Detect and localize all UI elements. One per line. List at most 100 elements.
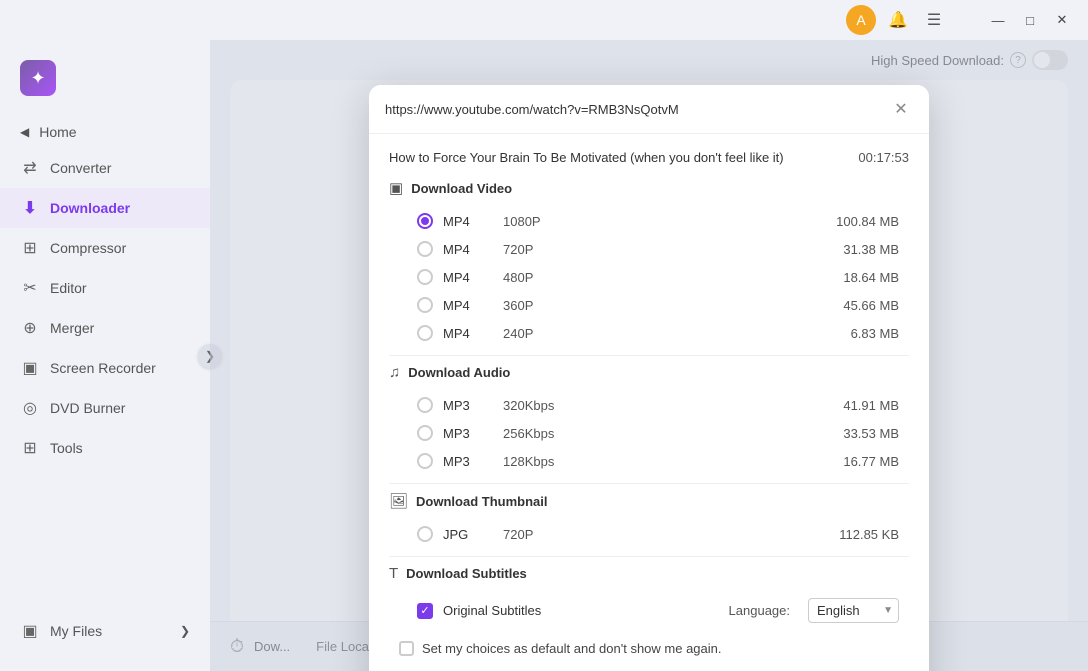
thumbnail-format-quality-0: 720P xyxy=(503,527,809,542)
language-label: Language: xyxy=(729,603,790,618)
downloader-label: Downloader xyxy=(50,200,130,216)
sidebar-item-compressor[interactable]: ⊞ Compressor xyxy=(0,228,210,268)
video-format-name-1: MP4 xyxy=(443,242,493,257)
audio-radio-2[interactable] xyxy=(417,453,433,469)
download-video-label: Download Video xyxy=(411,181,512,196)
audio-format-size-2: 16.77 MB xyxy=(819,454,899,469)
audio-format-row-2[interactable]: MP3 128Kbps 16.77 MB xyxy=(389,447,909,475)
video-format-quality-2: 480P xyxy=(503,270,809,285)
language-select[interactable]: English Spanish French German Chinese Ja… xyxy=(808,598,899,623)
download-audio-label: Download Audio xyxy=(408,365,510,380)
divider-3 xyxy=(389,556,909,557)
modal-url-bar: https://www.youtube.com/watch?v=RMB3NsQo… xyxy=(369,85,929,134)
audio-format-name-1: MP3 xyxy=(443,426,493,441)
video-format-quality-1: 720P xyxy=(503,242,809,257)
set-default-checkbox[interactable] xyxy=(399,641,414,656)
audio-format-quality-2: 128Kbps xyxy=(503,454,809,469)
video-format-row-1[interactable]: MP4 720P 31.38 MB xyxy=(389,235,909,263)
sidebar-item-tools[interactable]: ⊞ Tools xyxy=(0,428,210,468)
converter-icon: ⇄ xyxy=(20,158,40,178)
download-modal: https://www.youtube.com/watch?v=RMB3NsQo… xyxy=(369,85,929,671)
thumbnail-format-size-0: 112.85 KB xyxy=(819,527,899,542)
video-title-row: How to Force Your Brain To Be Motivated … xyxy=(389,150,909,165)
sidebar-item-downloader[interactable]: ⬇ Downloader xyxy=(0,188,210,228)
modal-close-button[interactable]: ✕ xyxy=(889,97,913,121)
audio-format-row-1[interactable]: MP3 256Kbps 33.53 MB xyxy=(389,419,909,447)
my-files-icon: ▣ xyxy=(20,621,40,641)
editor-icon: ✂ xyxy=(20,278,40,298)
download-subtitles-section-header: T Download Subtitles xyxy=(389,565,909,582)
dvd-burner-icon: ◎ xyxy=(20,398,40,418)
close-button[interactable]: ✕ xyxy=(1048,6,1076,34)
sidebar-item-my-files[interactable]: ▣ My Files ❯ xyxy=(20,611,190,651)
audio-format-name-0: MP3 xyxy=(443,398,493,413)
audio-format-quality-0: 320Kbps xyxy=(503,398,809,413)
my-files-chevron-icon: ❯ xyxy=(180,624,190,638)
video-format-size-2: 18.64 MB xyxy=(819,270,899,285)
video-radio-4[interactable] xyxy=(417,325,433,341)
screen-recorder-icon: ▣ xyxy=(20,358,40,378)
screen-recorder-label: Screen Recorder xyxy=(50,360,156,376)
audio-format-quality-1: 256Kbps xyxy=(503,426,809,441)
video-format-row-3[interactable]: MP4 360P 45.66 MB xyxy=(389,291,909,319)
download-audio-section-header: ♫ Download Audio xyxy=(389,364,909,381)
video-format-row-2[interactable]: MP4 480P 18.64 MB xyxy=(389,263,909,291)
language-select-wrapper: English Spanish French German Chinese Ja… xyxy=(808,598,899,623)
video-duration: 00:17:53 xyxy=(858,150,909,165)
video-format-row-0[interactable]: MP4 1080P 100.84 MB xyxy=(389,207,909,235)
divider-2 xyxy=(389,483,909,484)
modal-body: How to Force Your Brain To Be Motivated … xyxy=(369,134,929,671)
video-format-name-3: MP4 xyxy=(443,298,493,313)
minimize-button[interactable]: — xyxy=(984,6,1012,34)
sidebar-item-merger[interactable]: ⊕ Merger xyxy=(0,308,210,348)
sidebar-item-converter[interactable]: ⇄ Converter xyxy=(0,148,210,188)
video-format-size-3: 45.66 MB xyxy=(819,298,899,313)
sidebar-item-editor[interactable]: ✂ Editor xyxy=(0,268,210,308)
video-radio-2[interactable] xyxy=(417,269,433,285)
original-subtitles-checkbox[interactable]: ✓ xyxy=(417,603,433,619)
sidebar-item-home[interactable]: ◀ Home xyxy=(0,116,210,148)
title-bar: A 🔔 ☰ — □ ✕ xyxy=(0,0,1088,40)
sidebar-logo[interactable]: ✦ xyxy=(0,50,210,116)
subtitles-row: ✓ Original Subtitles Language: English S… xyxy=(389,592,909,629)
thumbnail-radio-0[interactable] xyxy=(417,526,433,542)
thumbnail-format-name-0: JPG xyxy=(443,527,493,542)
notification-button[interactable]: 🔔 xyxy=(884,6,912,34)
audio-radio-0[interactable] xyxy=(417,397,433,413)
thumbnail-format-row-0[interactable]: JPG 720P 112.85 KB xyxy=(389,520,909,548)
video-radio-3[interactable] xyxy=(417,297,433,313)
editor-label: Editor xyxy=(50,280,87,296)
my-files-label: My Files xyxy=(50,623,102,639)
video-format-size-1: 31.38 MB xyxy=(819,242,899,257)
audio-format-row-0[interactable]: MP3 320Kbps 41.91 MB xyxy=(389,391,909,419)
sidebar-item-dvd-burner[interactable]: ◎ DVD Burner xyxy=(0,388,210,428)
tools-label: Tools xyxy=(50,440,83,456)
modal-overlay: https://www.youtube.com/watch?v=RMB3NsQo… xyxy=(210,40,1088,671)
dvd-burner-label: DVD Burner xyxy=(50,400,125,416)
download-subtitles-label: Download Subtitles xyxy=(406,566,527,581)
video-format-row-4[interactable]: MP4 240P 6.83 MB xyxy=(389,319,909,347)
video-section-icon: ▣ xyxy=(389,179,403,197)
audio-format-size-1: 33.53 MB xyxy=(819,426,899,441)
menu-button[interactable]: ☰ xyxy=(920,6,948,34)
set-default-label: Set my choices as default and don't show… xyxy=(422,641,722,656)
video-format-quality-3: 360P xyxy=(503,298,809,313)
main-layout: ✦ ◀ Home ⇄ Converter ⬇ Downloader ⊞ Comp… xyxy=(0,40,1088,671)
video-format-quality-0: 1080P xyxy=(503,214,809,229)
sidebar-item-screen-recorder[interactable]: ▣ Screen Recorder xyxy=(0,348,210,388)
merger-label: Merger xyxy=(50,320,94,336)
audio-format-name-2: MP3 xyxy=(443,454,493,469)
subtitles-section-icon: T xyxy=(389,565,398,582)
back-arrow-icon: ◀ xyxy=(20,125,29,139)
audio-format-size-0: 41.91 MB xyxy=(819,398,899,413)
video-radio-0[interactable] xyxy=(417,213,433,229)
video-radio-1[interactable] xyxy=(417,241,433,257)
video-format-size-0: 100.84 MB xyxy=(819,214,899,229)
compressor-icon: ⊞ xyxy=(20,238,40,258)
audio-radio-1[interactable] xyxy=(417,425,433,441)
user-avatar[interactable]: A xyxy=(846,5,876,35)
merger-icon: ⊕ xyxy=(20,318,40,338)
maximize-button[interactable]: □ xyxy=(1016,6,1044,34)
divider-1 xyxy=(389,355,909,356)
sidebar: ✦ ◀ Home ⇄ Converter ⬇ Downloader ⊞ Comp… xyxy=(0,40,210,671)
